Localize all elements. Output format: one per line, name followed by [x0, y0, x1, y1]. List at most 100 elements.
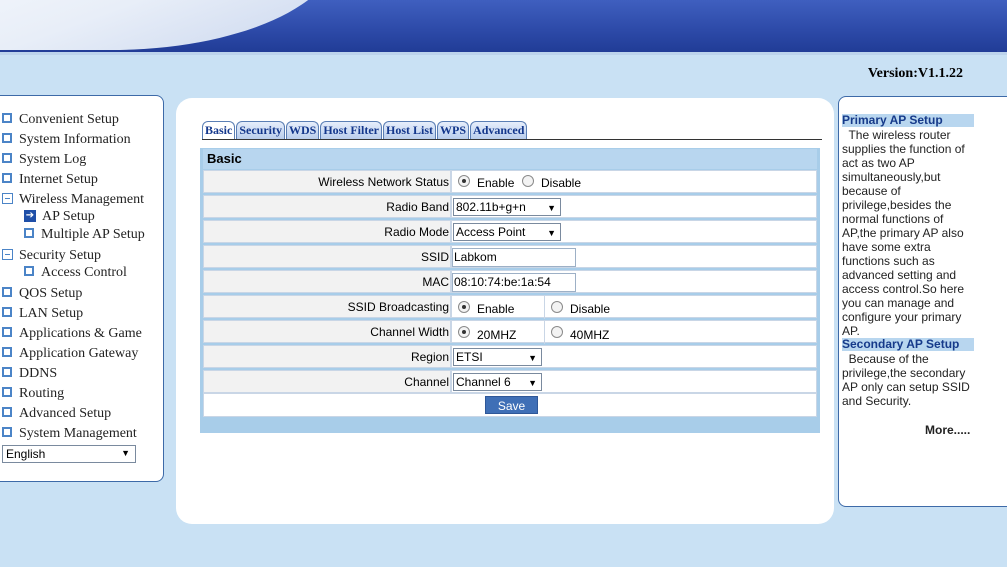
help-line: access control.So here: [842, 282, 965, 296]
tab-security[interactable]: Security: [236, 121, 285, 139]
radio-mode-value: Access Point: [456, 225, 526, 239]
tab-host-filter[interactable]: Host Filter: [320, 121, 382, 139]
form-title: Basic: [203, 149, 817, 169]
sidebar-item-label: Applications & Game: [19, 326, 142, 341]
radio-band-select[interactable]: 802.11b+g+n ▼: [453, 198, 561, 216]
mac-input[interactable]: 08:10:74:be:1a:54: [452, 273, 576, 292]
value-channel: Channel 6 ▼: [451, 370, 817, 393]
row-radio-band: Radio Band 802.11b+g+n ▼: [203, 195, 817, 219]
collapse-icon: [2, 192, 13, 204]
sidebar-item-ap-setup[interactable]: ➔ AP Setup: [24, 209, 95, 225]
page-icon: [2, 427, 12, 437]
tab-wds[interactable]: WDS: [286, 121, 320, 139]
sidebar-item-label: Internet Setup: [19, 172, 98, 187]
header-banner: [0, 0, 1007, 55]
help-line: functions such as: [842, 254, 935, 268]
sidebar-item-applications-game[interactable]: Applications & Game: [2, 326, 142, 342]
sidebar-item-label: DDNS: [19, 366, 58, 381]
region-select[interactable]: ETSI ▼: [453, 348, 542, 366]
sidebar-item-application-gateway[interactable]: Application Gateway: [2, 346, 138, 362]
tab-advanced[interactable]: Advanced: [470, 121, 528, 139]
sidebar-item-convenient-setup[interactable]: Convenient Setup: [2, 112, 119, 128]
ssid-input[interactable]: Labkom: [452, 248, 576, 267]
firmware-version: Version:V1.1.22: [867, 66, 963, 81]
sidebar-item-ddns[interactable]: DDNS: [2, 366, 57, 382]
broadcast-enable-label: Enable: [477, 302, 515, 316]
dropdown-arrow-icon: ▼: [547, 228, 556, 238]
label-wireless-status: Wireless Network Status: [203, 170, 451, 193]
sidebar-item-internet-setup[interactable]: Internet Setup: [2, 172, 98, 188]
header-edge: [0, 52, 1007, 55]
sidebar-item-security-setup[interactable]: Security Setup: [2, 248, 101, 264]
form-footer-bar: [200, 421, 820, 433]
sidebar-item-access-control[interactable]: Access Control: [24, 265, 127, 281]
broadcast-disable-label: Disable: [570, 302, 611, 316]
page-icon: [2, 153, 12, 163]
label-region: Region: [203, 345, 451, 368]
save-row: Save: [203, 393, 817, 417]
page-icon: [2, 133, 12, 143]
row-channel: Channel Channel 6 ▼: [203, 370, 817, 394]
value-wireless-status: Enable Disable: [451, 170, 817, 193]
tab-basic[interactable]: Basic: [202, 121, 236, 139]
dropdown-arrow-icon: ▼: [121, 448, 130, 458]
sidebar-item-label: Access Control: [41, 265, 127, 280]
sidebar-item-qos-setup[interactable]: QOS Setup: [2, 286, 82, 302]
sidebar-item-wireless-management[interactable]: Wireless Management: [2, 192, 144, 208]
sidebar-item-label: System Information: [19, 132, 131, 147]
sidebar-item-multiple-ap-setup[interactable]: Multiple AP Setup: [24, 227, 145, 243]
wireless-disable-label: Disable: [541, 176, 582, 190]
tab-wps[interactable]: WPS: [437, 121, 470, 139]
label-ssid-broadcasting: SSID Broadcasting: [203, 295, 451, 318]
sidebar-item-system-log[interactable]: System Log: [2, 152, 86, 168]
broadcast-disable-radio[interactable]: [551, 301, 563, 313]
sidebar-item-system-information[interactable]: System Information: [2, 132, 131, 148]
more-link[interactable]: More.....: [925, 423, 970, 437]
label-radio-band: Radio Band: [203, 195, 451, 218]
value-region: ETSI ▼: [451, 345, 817, 368]
sidebar-item-routing[interactable]: Routing: [2, 386, 64, 402]
help-primary-text: The wireless router supplies the function…: [842, 128, 972, 338]
channel-select[interactable]: Channel 6 ▼: [453, 373, 542, 391]
sidebar-item-label: Convenient Setup: [19, 112, 119, 127]
sidebar-item-label: Security Setup: [19, 248, 102, 263]
header-swoosh: [0, 0, 340, 50]
broadcast-enable-radio[interactable]: [458, 301, 470, 313]
language-value: English: [6, 447, 46, 461]
save-button[interactable]: Save: [485, 396, 538, 414]
width-40mhz-radio[interactable]: [551, 326, 563, 338]
radio-mode-select[interactable]: Access Point ▼: [453, 223, 561, 241]
sidebar-item-label: System Log: [19, 152, 87, 167]
help-primary-title: Primary AP Setup: [842, 114, 974, 127]
page-icon: [2, 347, 12, 357]
wireless-enable-radio[interactable]: [458, 175, 470, 187]
region-value: ETSI: [456, 350, 483, 364]
cell-divider: [544, 296, 545, 319]
value-radio-mode: Access Point ▼: [451, 220, 817, 243]
wireless-disable-radio[interactable]: [522, 175, 534, 187]
row-channel-width: Channel Width 20MHZ 40MHZ: [203, 320, 817, 344]
page-icon: [2, 113, 12, 123]
language-select[interactable]: English ▼: [2, 445, 136, 463]
value-ssid-broadcasting: Enable Disable: [451, 295, 817, 319]
label-channel: Channel: [203, 370, 451, 393]
value-radio-band: 802.11b+g+n ▼: [451, 195, 817, 218]
sidebar-item-advanced-setup[interactable]: Advanced Setup: [2, 406, 111, 422]
arrow-right-icon: ➔: [24, 210, 36, 222]
page-icon: [2, 367, 12, 377]
sidebar-item-lan-setup[interactable]: LAN Setup: [2, 306, 83, 322]
page-icon: [2, 307, 12, 317]
sidebar-item-label: LAN Setup: [19, 306, 84, 321]
help-line: simultaneously,but: [842, 170, 941, 184]
tab-host-list[interactable]: Host List: [383, 121, 437, 139]
help-line: advanced setting and: [842, 268, 957, 282]
sidebar-item-label: Routing: [19, 386, 65, 401]
sidebar-item-system-management[interactable]: System Management: [2, 426, 137, 442]
page-icon: [2, 387, 12, 397]
help-line: normal functions of: [842, 212, 944, 226]
help-line: and Security.: [842, 394, 912, 408]
tab-bar: Basic Security WDS Host Filter Host List WPS A…: [202, 121, 528, 140]
row-radio-mode: Radio Mode Access Point ▼: [203, 220, 817, 244]
width-20mhz-radio[interactable]: [458, 326, 470, 338]
sidebar-item-label: Wireless Management: [19, 192, 145, 207]
